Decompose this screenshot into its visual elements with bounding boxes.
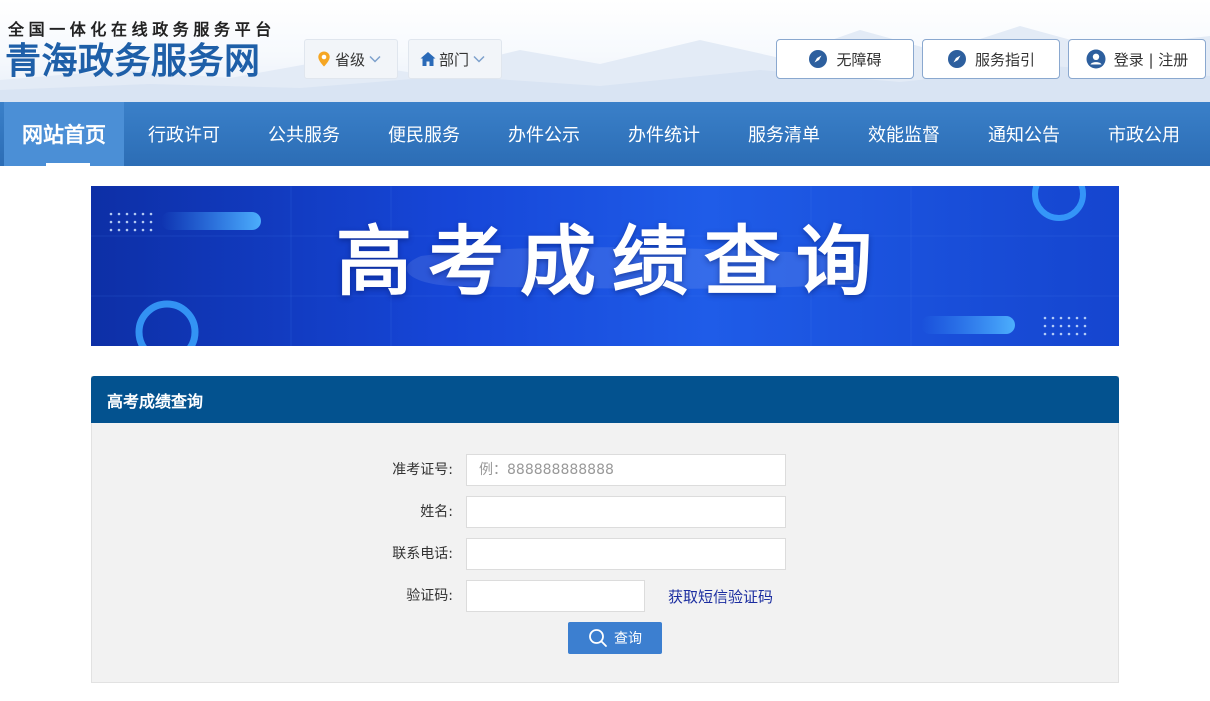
exam-number-input[interactable]: [466, 454, 786, 486]
user-avatar-icon: [1086, 49, 1106, 69]
nav-item-case-disclosure[interactable]: 办件公示: [484, 102, 604, 166]
accessibility-button-label: 无障碍: [836, 50, 882, 69]
province-selector-label: 省级: [335, 50, 366, 69]
nav-item-case-statistics[interactable]: 办件统计: [604, 102, 724, 166]
nav-item-service-list[interactable]: 服务清单: [724, 102, 844, 166]
nav-item-announcements[interactable]: 通知公告: [964, 102, 1084, 166]
banner: 高考成绩查询: [91, 186, 1119, 346]
phone-input[interactable]: [466, 538, 786, 570]
location-pin-icon: [318, 51, 330, 67]
verification-code-row: 验证码: 获取短信验证码: [92, 580, 1120, 612]
site-subtitle: 全国一体化在线政务服务平台: [8, 20, 276, 39]
panel-title: 高考成绩查询: [91, 376, 1119, 423]
name-label: 姓名:: [420, 504, 453, 520]
service-guide-button-label: 服务指引: [974, 50, 1035, 69]
compass-icon: [809, 50, 828, 68]
nav-item-public-services[interactable]: 公共服务: [244, 102, 364, 166]
search-icon: [589, 629, 607, 647]
chevron-down-icon: [473, 55, 485, 63]
name-row: 姓名:: [92, 496, 1120, 528]
phone-label: 联系电话:: [392, 546, 453, 562]
nav-item-convenience-services[interactable]: 便民服务: [364, 102, 484, 166]
service-guide-button[interactable]: 服务指引: [922, 39, 1060, 79]
banner-title: 高考成绩查询: [336, 217, 888, 306]
exam-number-row: 准考证号:: [92, 454, 1120, 486]
nav-item-municipal-utilities[interactable]: 市政公用: [1084, 102, 1204, 166]
province-selector[interactable]: 省级: [304, 39, 398, 79]
compass-icon: [947, 50, 966, 68]
exam-number-label: 准考证号:: [392, 462, 453, 478]
department-selector[interactable]: 部门: [408, 39, 502, 79]
score-query-panel: 高考成绩查询 准考证号: 姓名: 联系电话: 验证码: 获取短信验证码 查询: [91, 376, 1119, 683]
query-button[interactable]: 查询: [568, 622, 662, 654]
site-logo-title[interactable]: 青海政务服务网: [5, 40, 261, 84]
login-register-label: 登录 | 注册: [1113, 50, 1189, 69]
nav-item-home[interactable]: 网站首页: [4, 102, 124, 166]
login-register-button[interactable]: 登录 | 注册: [1068, 39, 1206, 79]
verification-code-input[interactable]: [466, 580, 645, 612]
nav-item-efficiency-supervision[interactable]: 效能监督: [844, 102, 964, 166]
department-selector-label: 部门: [439, 50, 470, 69]
get-sms-code-button[interactable]: 获取短信验证码: [655, 580, 786, 612]
main-navigation: 网站首页 行政许可 公共服务 便民服务 办件公示 办件统计 服务清单 效能监督 …: [0, 102, 1210, 166]
verification-code-label: 验证码:: [406, 588, 453, 604]
site-header: 全国一体化在线政务服务平台 青海政务服务网 省级 部门 无障碍 服务指引 登录 …: [0, 0, 1210, 102]
home-icon: [420, 52, 436, 66]
query-button-label: 查询: [614, 631, 642, 647]
accessibility-button[interactable]: 无障碍: [776, 39, 914, 79]
chevron-down-icon: [369, 55, 381, 63]
phone-row: 联系电话:: [92, 538, 1120, 570]
nav-item-administrative-license[interactable]: 行政许可: [124, 102, 244, 166]
name-input[interactable]: [466, 496, 786, 528]
